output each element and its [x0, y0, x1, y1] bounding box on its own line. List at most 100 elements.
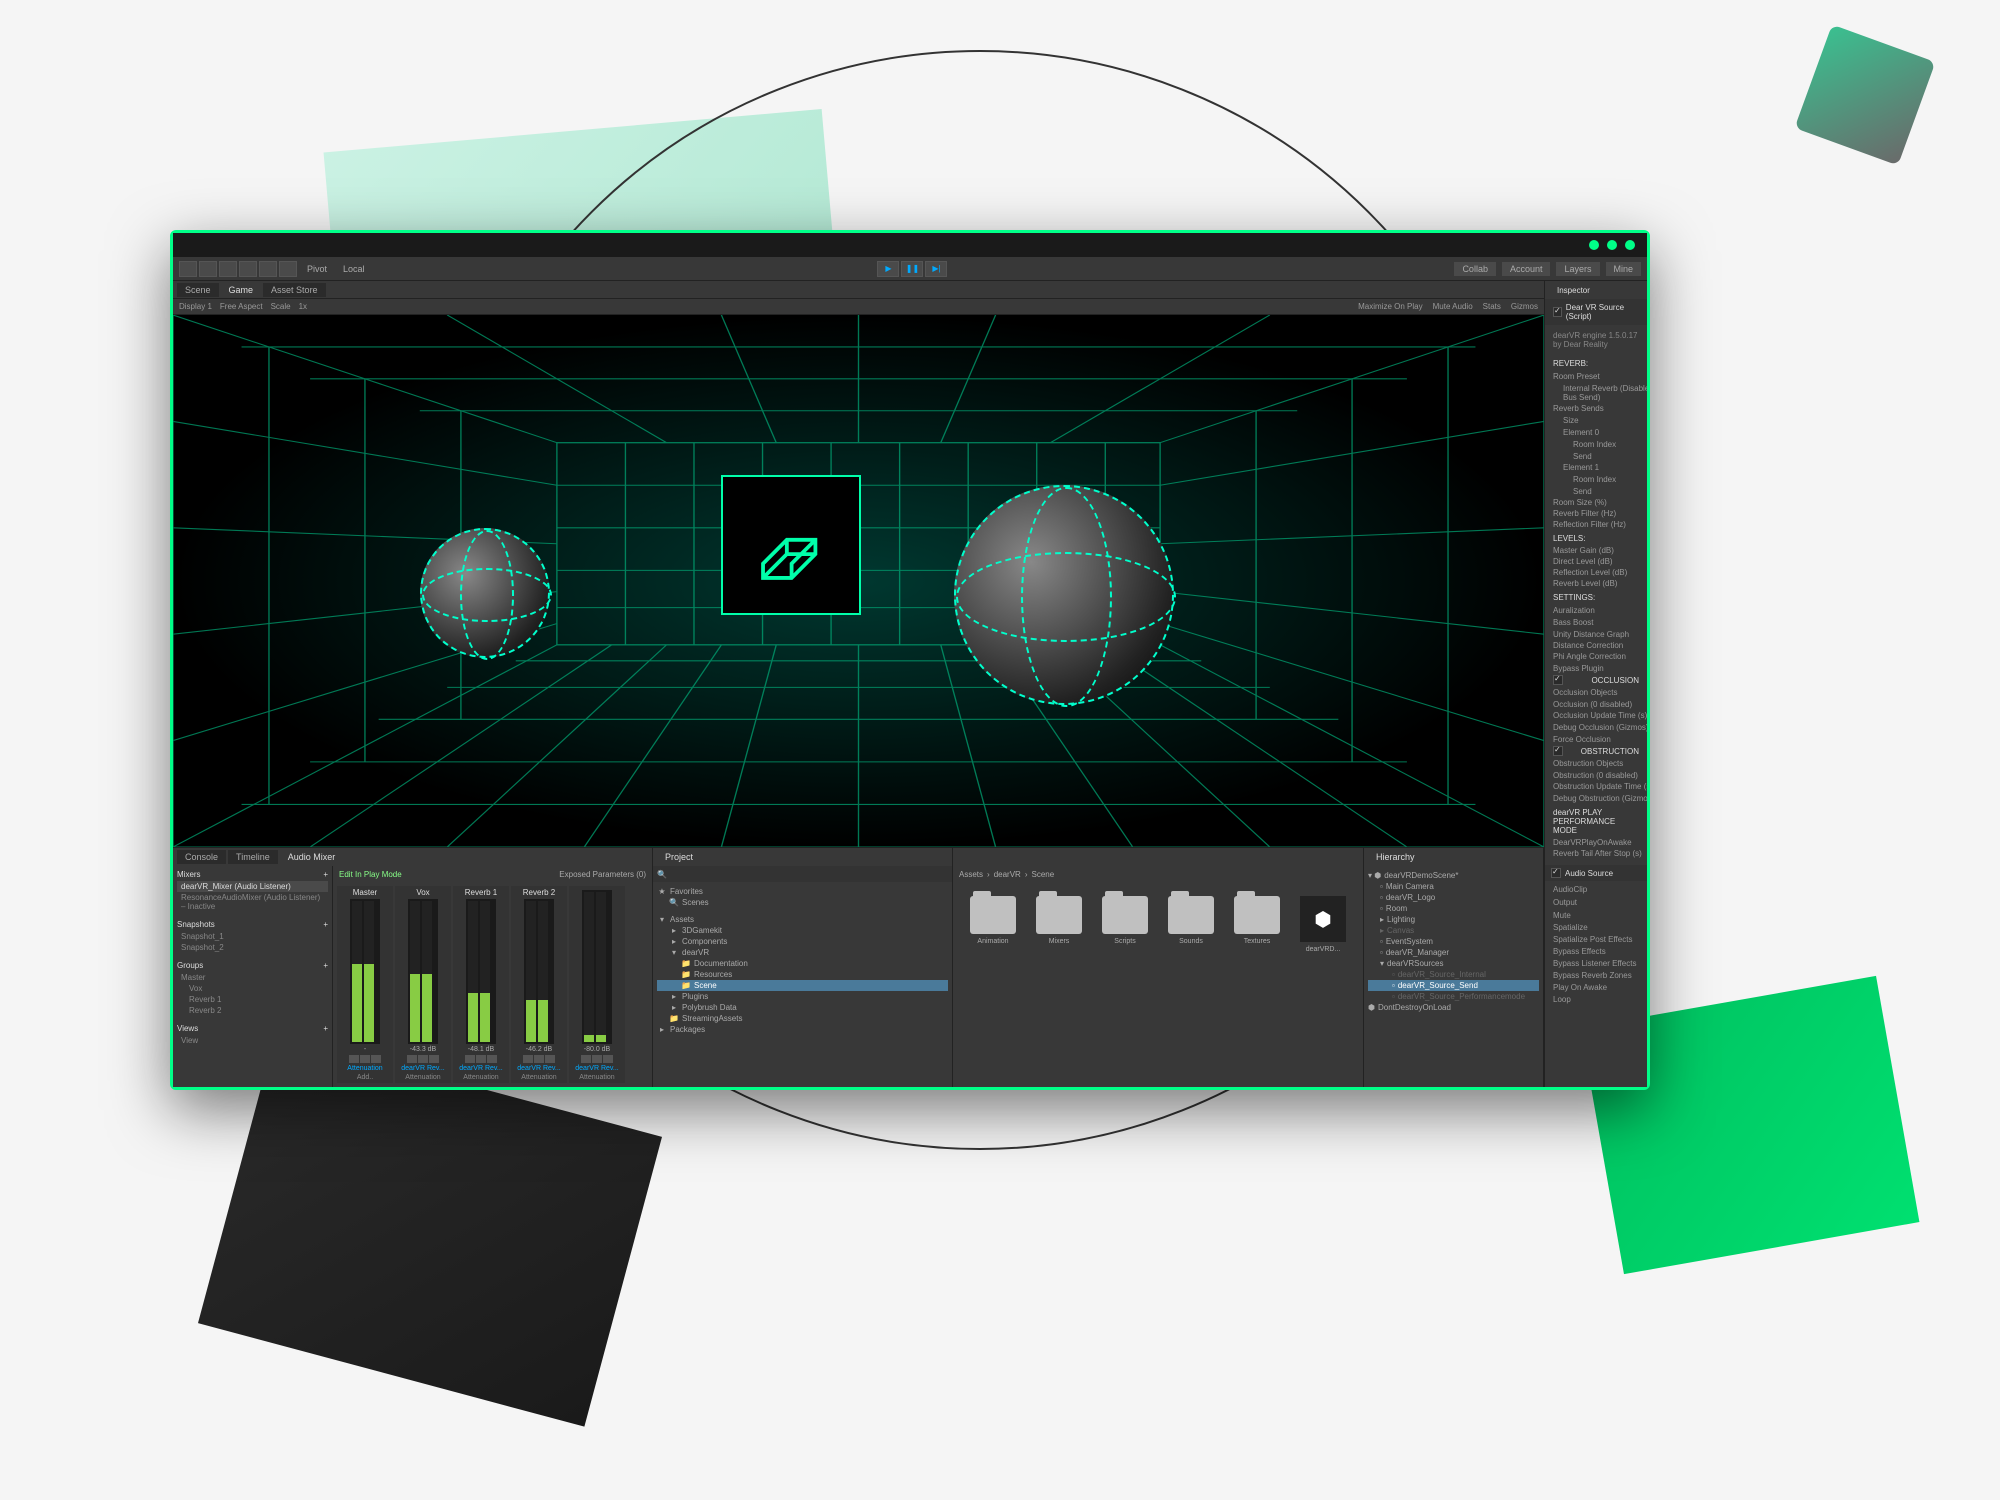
packages-header[interactable]: ▸Packages	[657, 1024, 948, 1035]
window-control-min[interactable]	[1589, 240, 1599, 250]
hierarchy-item-selected[interactable]: ▫dearVR_Source_Send	[1368, 980, 1539, 991]
component-header[interactable]: Dear VR Source (Script)	[1545, 299, 1647, 325]
folder-item[interactable]: ▸3DGamekit	[657, 925, 948, 936]
channel-attenuation[interactable]: Attenuation	[579, 1074, 614, 1081]
tab-asset-store[interactable]: Asset Store	[263, 283, 326, 297]
folder-item[interactable]: ▸Polybrush Data	[657, 1002, 948, 1013]
tab-console[interactable]: Console	[177, 850, 226, 864]
folder-item[interactable]: ▸Components	[657, 936, 948, 947]
bypass-button[interactable]	[545, 1055, 555, 1063]
layout-dropdown[interactable]: Mine	[1606, 262, 1642, 276]
solo-button[interactable]	[465, 1055, 475, 1063]
aspect-dropdown[interactable]: Free Aspect	[220, 302, 263, 311]
search-scenes[interactable]: 🔍Scenes	[657, 897, 948, 908]
window-control-max[interactable]	[1607, 240, 1617, 250]
rect-tool[interactable]	[259, 261, 277, 277]
mixer-item[interactable]: ResonanceAudioMixer (Audio Listener) – I…	[177, 892, 328, 912]
asset-folder[interactable]: Mixers	[1033, 896, 1085, 945]
collab-dropdown[interactable]: Collab	[1454, 262, 1496, 276]
layers-dropdown[interactable]: Layers	[1556, 262, 1599, 276]
folder-item-selected[interactable]: 📁Scene	[657, 980, 948, 991]
scale-value[interactable]: 1x	[299, 302, 307, 311]
gizmos-toggle[interactable]: Gizmos	[1511, 302, 1538, 311]
crumb[interactable]: Scene	[1031, 870, 1054, 879]
audio-source-component[interactable]: Audio Source	[1545, 865, 1647, 881]
audio-source-enable[interactable]	[1551, 868, 1561, 878]
hierarchy-item[interactable]: ▫Main Camera	[1368, 881, 1539, 892]
tab-scene[interactable]: Scene	[177, 283, 219, 297]
asset-scene[interactable]: ⬢dearVRD...	[1297, 896, 1349, 953]
mixer-channel[interactable]: Reverb 1 -48.1 dB dearVR Rev... Attenuat…	[453, 886, 509, 1083]
channel-effect[interactable]: Attenuation	[347, 1065, 382, 1072]
exposed-parameters[interactable]: Exposed Parameters (0)	[559, 870, 646, 879]
mixer-channel[interactable]: Reverb 2 -46.2 dB dearVR Rev... Attenuat…	[511, 886, 567, 1083]
channel-effect[interactable]: dearVR Rev...	[401, 1065, 444, 1072]
dont-destroy[interactable]: ⬢DontDestroyOnLoad	[1368, 1002, 1539, 1013]
channel-attenuation[interactable]: Attenuation	[521, 1074, 556, 1081]
crumb[interactable]: Assets	[959, 870, 983, 879]
add-snapshot-icon[interactable]: +	[323, 920, 328, 929]
mute-button[interactable]	[534, 1055, 544, 1063]
mute-button[interactable]	[476, 1055, 486, 1063]
local-toggle[interactable]: Local	[337, 264, 371, 274]
maximize-on-play[interactable]: Maximize On Play	[1358, 302, 1422, 311]
hierarchy-item[interactable]: ▫dearVR_Source_Internal	[1368, 969, 1539, 980]
pause-button[interactable]: ❚❚	[901, 261, 923, 277]
hierarchy-item[interactable]: ▫Room	[1368, 903, 1539, 914]
view-item[interactable]: View	[177, 1035, 328, 1046]
hierarchy-item[interactable]: ▾dearVRSources	[1368, 958, 1539, 969]
tab-inspector[interactable]: Inspector	[1549, 284, 1598, 297]
folder-item[interactable]: 📁Documentation	[657, 958, 948, 969]
crumb[interactable]: dearVR	[994, 870, 1021, 879]
tab-game[interactable]: Game	[221, 283, 262, 297]
window-control-close[interactable]	[1625, 240, 1635, 250]
solo-button[interactable]	[523, 1055, 533, 1063]
project-search[interactable]: 🔍	[653, 866, 952, 882]
bypass-button[interactable]	[371, 1055, 381, 1063]
channel-attenuation[interactable]: Attenuation	[405, 1074, 440, 1081]
mixer-item[interactable]: dearVR_Mixer (Audio Listener)	[177, 881, 328, 892]
mute-button[interactable]	[592, 1055, 602, 1063]
step-button[interactable]: ▶|	[925, 261, 947, 277]
asset-folder[interactable]: Sounds	[1165, 896, 1217, 945]
assets-header[interactable]: ▾Assets	[657, 914, 948, 925]
snapshot-item[interactable]: Snapshot_2	[177, 942, 328, 953]
mixer-channel[interactable]: -80.0 dB dearVR Rev... Attenuation	[569, 886, 625, 1083]
group-item[interactable]: Vox	[177, 983, 328, 994]
channel-attenuation[interactable]: Attenuation	[463, 1074, 498, 1081]
group-item[interactable]: Reverb 2	[177, 1005, 328, 1016]
channel-attenuation[interactable]: Add..	[357, 1074, 373, 1081]
scale-tool[interactable]	[239, 261, 257, 277]
group-item[interactable]: Reverb 1	[177, 994, 328, 1005]
asset-folder[interactable]: Scripts	[1099, 896, 1151, 945]
tab-project[interactable]: Project	[657, 850, 701, 864]
mute-button[interactable]	[418, 1055, 428, 1063]
folder-item[interactable]: ▸Plugins	[657, 991, 948, 1002]
asset-folder[interactable]: Textures	[1231, 896, 1283, 945]
solo-button[interactable]	[407, 1055, 417, 1063]
account-dropdown[interactable]: Account	[1502, 262, 1551, 276]
pivot-toggle[interactable]: Pivot	[301, 264, 333, 274]
rotate-tool[interactable]	[219, 261, 237, 277]
play-button[interactable]: ▶	[877, 261, 899, 277]
add-mixer-icon[interactable]: +	[323, 870, 328, 879]
occlusion-toggle[interactable]	[1553, 675, 1563, 685]
channel-meter[interactable]	[350, 899, 380, 1044]
add-view-icon[interactable]: +	[323, 1024, 328, 1033]
folder-item[interactable]: 📁Resources	[657, 969, 948, 980]
bypass-button[interactable]	[487, 1055, 497, 1063]
solo-button[interactable]	[349, 1055, 359, 1063]
mute-audio[interactable]: Mute Audio	[1433, 302, 1473, 311]
channel-meter[interactable]	[408, 899, 438, 1044]
component-enable-checkbox[interactable]	[1553, 307, 1562, 317]
folder-item[interactable]: ▾dearVR	[657, 947, 948, 958]
channel-effect[interactable]: dearVR Rev...	[459, 1065, 502, 1072]
asset-folder[interactable]: Animation	[967, 896, 1019, 945]
channel-meter[interactable]	[582, 890, 612, 1044]
scene-root[interactable]: ▾ ⬢dearVRDemoScene*	[1368, 870, 1539, 881]
obstruction-toggle[interactable]	[1553, 746, 1563, 756]
edit-in-play-mode[interactable]: Edit In Play Mode	[339, 870, 402, 879]
stats-toggle[interactable]: Stats	[1483, 302, 1501, 311]
transform-tool[interactable]	[279, 261, 297, 277]
channel-meter[interactable]	[524, 899, 554, 1044]
